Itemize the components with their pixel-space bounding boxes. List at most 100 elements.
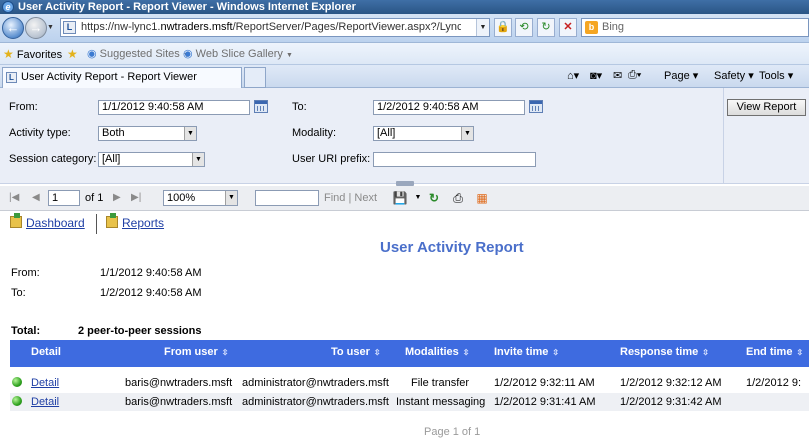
tab-report-viewer[interactable]: L User Activity Report - Report Viewer (2, 67, 242, 88)
column-header-from-user[interactable]: From user ⇳ (164, 346, 229, 358)
chevron-down-icon: ▼ (225, 191, 237, 205)
find-controls: Find | Next (324, 192, 378, 204)
atom-feed-icon[interactable]: ▦ (474, 190, 490, 206)
invite-time-cell: 1/2/2012 9:31:41 AM (494, 396, 596, 408)
end-time-cell: 1/2/2012 9: (746, 377, 802, 389)
bing-icon: b (585, 21, 598, 34)
report-title: User Activity Report (380, 239, 524, 256)
to-user-cell: administrator@nwtraders.msft (242, 377, 389, 389)
status-green-icon (12, 396, 22, 406)
previous-page-icon[interactable]: ◀ (32, 192, 40, 203)
address-input[interactable]: L https://nw-lync1.nwtraders.msft/Report… (60, 18, 490, 37)
user-uri-prefix-input[interactable] (373, 152, 536, 167)
column-header-modalities[interactable]: Modalities ⇳ (405, 346, 470, 358)
find-link[interactable]: Find (324, 192, 345, 204)
page-number-input[interactable]: 1 (48, 190, 80, 206)
sort-icon[interactable]: ⇳ (463, 348, 470, 357)
column-header-invite-time[interactable]: Invite time ⇳ (494, 346, 559, 358)
response-time-cell: 1/2/2012 9:32:12 AM (620, 377, 722, 389)
report-links: Dashboard (10, 213, 85, 230)
site-favicon-icon: L (63, 21, 76, 34)
window-title-bar: e User Activity Report - Report Viewer -… (0, 0, 809, 14)
activity-type-select[interactable]: Both ▼ (98, 126, 197, 141)
refresh-report-icon[interactable]: ↻ (426, 190, 442, 206)
response-time-cell: 1/2/2012 9:31:42 AM (620, 396, 722, 408)
tools-menu[interactable]: Tools ▾ (759, 69, 793, 82)
page-count: of 1 (85, 192, 104, 204)
sort-icon[interactable]: ⇳ (796, 348, 803, 357)
from-user-cell: baris@nwtraders.msft (125, 396, 233, 408)
session-category-label: Session category: (9, 153, 97, 165)
view-report-button[interactable]: View Report (727, 99, 806, 116)
links-divider (96, 214, 97, 234)
add-favorite-icon[interactable]: ★ (67, 47, 78, 61)
export-dropdown-icon[interactable]: ▼ (410, 190, 426, 206)
address-dropdown-icon[interactable]: ▼ (476, 19, 489, 36)
from-date-input[interactable]: 1/1/2012 9:40:58 AM (98, 100, 250, 115)
back-button[interactable]: ← (2, 17, 24, 39)
web-slice-icon: ◉ (183, 48, 193, 60)
search-placeholder: Bing (602, 21, 625, 33)
sort-icon[interactable]: ⇳ (374, 348, 381, 357)
new-tab-button[interactable] (244, 67, 266, 88)
dashboard-link[interactable]: Dashboard (26, 216, 85, 230)
sort-icon[interactable]: ⇳ (222, 348, 229, 357)
feeds-icon[interactable]: ◙▾ (590, 69, 602, 82)
suggested-sites-link[interactable]: ◉ Suggested Sites ▼ (87, 47, 190, 60)
detail-link[interactable]: Detail (31, 377, 59, 389)
forward-button[interactable]: → (25, 17, 47, 39)
activity-type-label: Activity type: (9, 127, 71, 139)
search-input[interactable]: b Bing (581, 18, 809, 37)
to-date-input[interactable]: 1/2/2012 9:40:58 AM (373, 100, 525, 115)
zoom-select[interactable]: 100% ▼ (163, 190, 238, 206)
lock-icon[interactable]: 🔒 (494, 18, 512, 37)
sort-icon[interactable]: ⇳ (702, 348, 709, 357)
folder-icon (10, 213, 22, 228)
to-user-cell: administrator@nwtraders.msft (242, 396, 389, 408)
web-slice-gallery-link[interactable]: ◉ Web Slice Gallery ▼ (183, 47, 293, 60)
parameters-divider (723, 88, 724, 184)
modality-select[interactable]: [All] ▼ (373, 126, 474, 141)
compatibility-view-icon[interactable]: ⟲ (515, 18, 533, 37)
history-dropdown-icon[interactable]: ▼ (47, 24, 55, 32)
next-link[interactable]: Next (354, 192, 377, 204)
find-input[interactable] (255, 190, 319, 206)
chevron-down-icon: ▼ (461, 127, 473, 140)
forward-arrow-icon: → (29, 20, 43, 35)
total-value: 2 peer-to-peer sessions (78, 325, 202, 337)
session-category-select[interactable]: [All] ▼ (98, 152, 205, 167)
sort-icon[interactable]: ⇳ (552, 348, 559, 357)
reports-link[interactable]: Reports (122, 216, 164, 230)
report-toolbar: |◀ ◀ 1 of 1 ▶ ▶| 100% ▼ Find | Next 💾 ▼ … (0, 186, 809, 211)
invite-time-cell: 1/2/2012 9:32:11 AM (494, 377, 595, 389)
last-page-icon[interactable]: ▶| (131, 192, 141, 203)
next-page-icon[interactable]: ▶ (113, 192, 121, 203)
parameters-panel: From: 1/1/2012 9:40:58 AM To: 1/2/2012 9… (0, 88, 809, 184)
page-menu[interactable]: Page ▾ (664, 69, 698, 82)
favorites-button[interactable]: ★ Favorites (3, 47, 62, 61)
modality-cell: Instant messaging (396, 396, 486, 408)
chevron-down-icon: ▼ (192, 153, 204, 166)
folder-icon (106, 213, 118, 228)
stop-icon[interactable]: ✕ (559, 18, 577, 37)
column-header-to-user[interactable]: To user ⇳ (331, 346, 381, 358)
detail-link[interactable]: Detail (31, 396, 59, 408)
page-footer: Page 1 of 1 (424, 426, 481, 438)
modality-label: Modality: (292, 127, 337, 139)
column-header-response-time[interactable]: Response time ⇳ (620, 346, 709, 358)
refresh-icon[interactable]: ↻ (537, 18, 555, 37)
first-page-icon[interactable]: |◀ (9, 192, 19, 203)
address-bar-row: ← → ▼ L https://nw-lync1.nwtraders.msft/… (0, 14, 809, 43)
print-report-icon[interactable]: ⎙ (450, 190, 466, 206)
export-icon[interactable]: 💾 (392, 190, 408, 206)
from-label: From: (9, 101, 38, 113)
read-mail-icon[interactable]: ✉ (613, 69, 622, 82)
address-url: https://nw-lync1.nwtraders.msft/ReportSe… (81, 21, 461, 33)
column-header-end-time[interactable]: End time ⇳ (746, 346, 803, 358)
from-calendar-icon[interactable] (254, 100, 268, 113)
to-calendar-icon[interactable] (529, 100, 543, 113)
safety-menu[interactable]: Safety ▾ (714, 69, 754, 82)
print-icon[interactable]: ⎙▾ (628, 69, 641, 82)
home-icon[interactable]: ⌂▾ (567, 69, 579, 82)
total-label: Total: (11, 325, 41, 337)
